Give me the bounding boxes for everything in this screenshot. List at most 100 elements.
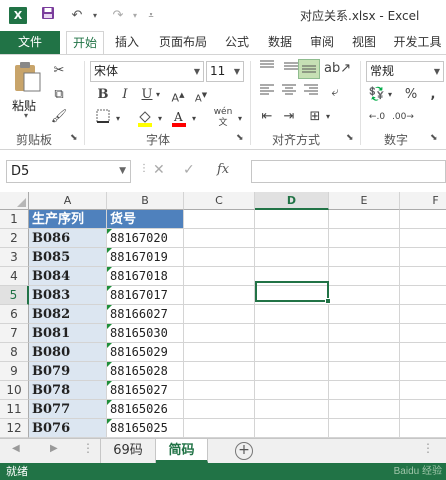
cell-a3[interactable]: B085: [29, 248, 107, 267]
cell-f12[interactable]: [400, 419, 446, 438]
group-launcher-icon[interactable]: ⬊: [430, 133, 438, 143]
phonetic-guide-icon[interactable]: wén 文: [210, 107, 236, 128]
cell-e12[interactable]: [329, 419, 400, 438]
tab-data[interactable]: 数据: [263, 31, 297, 54]
cell-e1[interactable]: [329, 210, 400, 229]
decrease-indent-icon[interactable]: ⇤: [256, 107, 278, 127]
tab-home[interactable]: 开始: [66, 31, 104, 55]
row-header[interactable]: 8: [0, 343, 29, 362]
enter-icon[interactable]: ✓: [183, 162, 195, 178]
cell-d9[interactable]: [255, 362, 329, 381]
border-dropdown-icon[interactable]: ▾: [112, 109, 124, 129]
cell-e5[interactable]: [329, 286, 400, 305]
font-grow-icon[interactable]: A▲: [167, 85, 189, 105]
cell-e4[interactable]: [329, 267, 400, 286]
excel-logo-icon[interactable]: X: [9, 7, 27, 24]
italic-button[interactable]: I: [114, 85, 136, 105]
cell-a9[interactable]: B079: [29, 362, 107, 381]
column-header-d[interactable]: D: [255, 192, 329, 210]
align-top-icon[interactable]: [256, 59, 278, 79]
copy-icon[interactable]: ⧉: [48, 85, 70, 105]
column-header-a[interactable]: A: [29, 192, 107, 210]
font-color-icon[interactable]: A: [168, 109, 190, 129]
comma-button[interactable]: ,: [422, 85, 444, 105]
decrease-decimal-icon[interactable]: .00→: [392, 107, 414, 127]
number-format-combo[interactable]: 常规 ▼: [366, 61, 444, 82]
cell-c5[interactable]: [184, 286, 255, 305]
increase-decimal-icon[interactable]: ←.0: [366, 107, 388, 127]
cell-a4[interactable]: B084: [29, 267, 107, 286]
group-launcher-icon[interactable]: ⬊: [70, 133, 78, 143]
cell-c6[interactable]: [184, 305, 255, 324]
cell-b9[interactable]: 88165028: [107, 362, 184, 381]
cell-e9[interactable]: [329, 362, 400, 381]
tab-formulas[interactable]: 公式: [220, 31, 254, 54]
formula-input[interactable]: [251, 160, 446, 183]
cell-f11[interactable]: [400, 400, 446, 419]
tab-insert[interactable]: 插入: [110, 31, 144, 54]
increase-indent-icon[interactable]: ⇥: [278, 107, 300, 127]
row-header[interactable]: 11: [0, 400, 29, 419]
cell-f2[interactable]: [400, 229, 446, 248]
cell-f1[interactable]: [400, 210, 446, 229]
column-header-c[interactable]: C: [184, 192, 255, 210]
cell-a12[interactable]: B076: [29, 419, 107, 438]
cell-c7[interactable]: [184, 324, 255, 343]
bold-button[interactable]: B: [92, 85, 114, 105]
cell-b3[interactable]: 88167019: [107, 248, 184, 267]
paste-button[interactable]: 粘贴 ▾: [8, 61, 44, 120]
cell-d7[interactable]: [255, 324, 329, 343]
undo-dropdown-icon[interactable]: ▾: [89, 6, 101, 26]
phonetic-dropdown-icon[interactable]: ▾: [234, 109, 246, 129]
cell-a7[interactable]: B081: [29, 324, 107, 343]
cell-e3[interactable]: [329, 248, 400, 267]
column-header-e[interactable]: E: [329, 192, 400, 210]
percent-button[interactable]: %: [400, 85, 422, 105]
cell-e6[interactable]: [329, 305, 400, 324]
cell-b10[interactable]: 88165027: [107, 381, 184, 400]
cell-c4[interactable]: [184, 267, 255, 286]
cell-c12[interactable]: [184, 419, 255, 438]
insert-function-button[interactable]: fx: [217, 162, 229, 177]
cell-f4[interactable]: [400, 267, 446, 286]
column-header-f[interactable]: F: [400, 192, 446, 210]
align-center-icon[interactable]: [278, 83, 300, 103]
row-header[interactable]: 4: [0, 267, 29, 286]
fill-color-icon[interactable]: [134, 109, 156, 129]
cell-f7[interactable]: [400, 324, 446, 343]
row-header[interactable]: 12: [0, 419, 29, 438]
currency-dropdown-icon[interactable]: ▾: [384, 85, 396, 105]
fill-color-dropdown-icon[interactable]: ▾: [154, 109, 166, 129]
sheet-next-icon[interactable]: ▶: [50, 443, 58, 454]
more-icon[interactable]: ⋮: [422, 441, 434, 455]
cut-icon[interactable]: ✂: [48, 61, 70, 81]
cell-f10[interactable]: [400, 381, 446, 400]
cell-b1[interactable]: 货号: [107, 210, 184, 229]
cell-e7[interactable]: [329, 324, 400, 343]
undo-icon[interactable]: ↶: [66, 6, 88, 26]
cell-c10[interactable]: [184, 381, 255, 400]
cell-f8[interactable]: [400, 343, 446, 362]
name-box[interactable]: D5 ▼: [6, 160, 131, 183]
cell-e10[interactable]: [329, 381, 400, 400]
sheet-tab-69[interactable]: 69码: [100, 439, 156, 463]
cell-a11[interactable]: B077: [29, 400, 107, 419]
cell-a2[interactable]: B086: [29, 229, 107, 248]
cell-f3[interactable]: [400, 248, 446, 267]
row-header[interactable]: 5: [0, 286, 29, 305]
fill-handle[interactable]: [325, 298, 331, 304]
cell-d1[interactable]: [255, 210, 329, 229]
cell-c9[interactable]: [184, 362, 255, 381]
cell-d10[interactable]: [255, 381, 329, 400]
row-header[interactable]: 3: [0, 248, 29, 267]
row-header[interactable]: 10: [0, 381, 29, 400]
cell-f5[interactable]: [400, 286, 446, 305]
font-name-combo[interactable]: 宋体 ▼: [90, 61, 204, 82]
cell-c3[interactable]: [184, 248, 255, 267]
cell-b4[interactable]: 88167018: [107, 267, 184, 286]
wrap-text-icon[interactable]: ⤶: [324, 83, 346, 103]
font-size-combo[interactable]: 11 ▼: [206, 61, 244, 82]
align-bottom-icon[interactable]: [298, 59, 320, 79]
tab-developer[interactable]: 开发工具: [389, 31, 446, 54]
cell-c11[interactable]: [184, 400, 255, 419]
